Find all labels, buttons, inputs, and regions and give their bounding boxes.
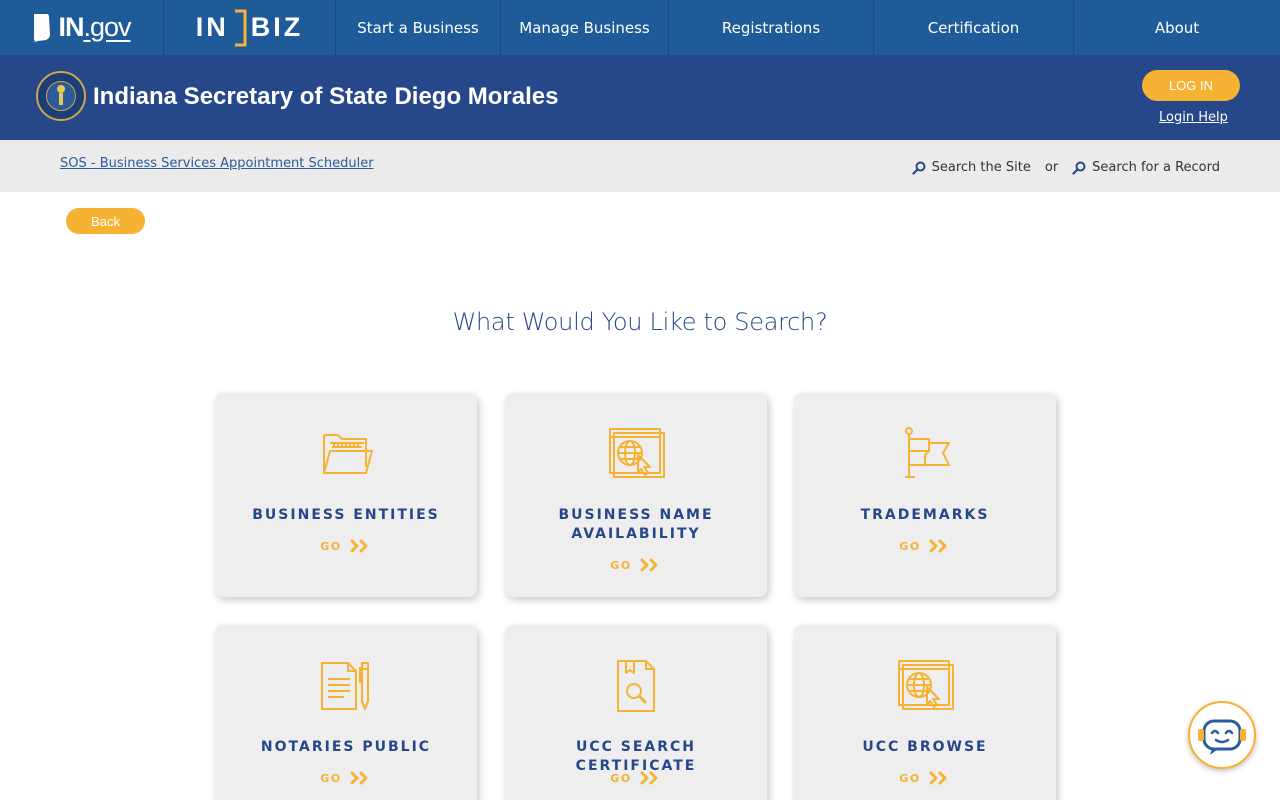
double-chevron-right-icon — [929, 539, 947, 553]
search-site-link[interactable]: Search the Site — [912, 160, 1031, 175]
nav-certification[interactable]: Certification — [874, 0, 1074, 55]
card-label: UCC BROWSE — [804, 738, 1046, 757]
page-title: Indiana Secretary of State Diego Morales — [93, 83, 559, 110]
document-search-icon — [617, 660, 655, 712]
login-button[interactable]: LOG IN — [1142, 70, 1240, 101]
inbiz-logo-left: IN — [195, 12, 229, 42]
double-chevron-right-icon — [640, 558, 658, 572]
search-record-label: Search for a Record — [1092, 160, 1220, 175]
ingov-logo[interactable]: IN.gov — [0, 0, 164, 55]
card-trademarks[interactable]: TRADEMARKS GO — [794, 393, 1056, 597]
nav-label: About — [1154, 18, 1200, 37]
flag-icon — [905, 427, 950, 478]
state-seal-icon — [36, 71, 86, 121]
nav-label: Start a Business — [357, 18, 479, 37]
ingov-logo-inner: IN.gov — [32, 12, 132, 43]
inbiz-logo[interactable]: IN BIZ — [164, 0, 336, 55]
double-chevron-right-icon — [350, 539, 368, 553]
go-label: GO — [320, 539, 342, 553]
go-label: GO — [899, 539, 921, 553]
card-label: BUSINESS NAME AVAILABILITY — [515, 506, 757, 544]
top-nav: IN.gov IN BIZ Start a Business Manage Bu… — [0, 0, 1280, 55]
search-icon — [912, 161, 926, 175]
card-business-name-availability[interactable]: BUSINESS NAME AVAILABILITY GO — [505, 393, 767, 597]
card-notaries-public[interactable]: NOTARIES PUBLIC GO — [215, 625, 477, 800]
nav-label: Registrations — [721, 18, 821, 37]
card-label: NOTARIES PUBLIC — [225, 738, 467, 757]
login-help-link[interactable]: Login Help — [1159, 110, 1228, 125]
nav-about[interactable]: About — [1074, 0, 1280, 55]
card-label-line: TRADEMARKS — [860, 507, 990, 523]
chatbot-icon — [1198, 719, 1246, 755]
card-go-link[interactable]: GO — [794, 771, 1056, 785]
nav-label: Manage Business — [519, 18, 650, 37]
nav-label: Certification — [927, 18, 1020, 37]
card-ucc-search-certificate[interactable]: UCC SEARCH CERTIFICATE GO — [505, 625, 767, 800]
card-label-line: UCC BROWSE — [862, 739, 988, 755]
folder-icon — [323, 434, 373, 474]
document-pen-icon — [321, 662, 369, 710]
go-label: GO — [320, 771, 342, 785]
back-button[interactable]: Back — [66, 208, 145, 234]
card-label-line: BUSINESS NAME — [558, 507, 714, 523]
search-site-label: Search the Site — [931, 160, 1031, 175]
chatbot-button[interactable] — [1188, 701, 1256, 769]
card-label-line: AVAILABILITY — [571, 526, 701, 542]
seal-sun — [57, 85, 65, 93]
card-go-link[interactable]: GO — [215, 539, 477, 553]
indiana-state-icon — [34, 13, 51, 42]
card-go-link[interactable]: GO — [505, 558, 767, 572]
double-chevron-right-icon — [350, 771, 368, 785]
globe-browser-icon — [898, 660, 954, 710]
card-go-link[interactable]: GO — [215, 771, 477, 785]
nav-start-a-business[interactable]: Start a Business — [336, 0, 501, 55]
inbiz-logo-text: IN BIZ — [196, 9, 304, 47]
go-label: GO — [899, 771, 921, 785]
breadcrumb[interactable]: SOS - Business Services Appointment Sche… — [60, 156, 374, 171]
seal-tree — [59, 93, 63, 105]
ingov-logo-main: IN — [58, 12, 84, 42]
card-go-link[interactable]: GO — [505, 771, 767, 785]
sos-header: Indiana Secretary of State Diego Morales… — [0, 55, 1280, 140]
double-chevron-right-icon — [929, 771, 947, 785]
search-links: Search the Site or Search for a Record — [912, 160, 1220, 175]
inbiz-logo-right: BIZ — [250, 12, 304, 42]
search-heading: What Would You Like to Search? — [452, 308, 828, 336]
sub-bar: SOS - Business Services Appointment Sche… — [0, 140, 1280, 192]
card-label-line: UCC SEARCH CERTIFICATE — [575, 739, 697, 774]
go-label: GO — [610, 558, 632, 572]
search-or-text: or — [1044, 160, 1059, 175]
go-label: GO — [610, 771, 632, 785]
ingov-logo-suffix: .gov — [83, 12, 131, 42]
nav-registrations[interactable]: Registrations — [669, 0, 874, 55]
card-business-entities[interactable]: BUSINESS ENTITIES GO — [215, 393, 477, 597]
nav-manage-business[interactable]: Manage Business — [501, 0, 669, 55]
card-label-line: NOTARIES PUBLIC — [260, 739, 432, 755]
ingov-logo-text: IN.gov — [58, 12, 131, 43]
card-label: BUSINESS ENTITIES — [225, 506, 467, 525]
card-label: TRADEMARKS — [804, 506, 1046, 525]
card-go-link[interactable]: GO — [794, 539, 1056, 553]
card-ucc-browse[interactable]: UCC BROWSE GO — [794, 625, 1056, 800]
search-icon — [1072, 161, 1086, 175]
search-record-link[interactable]: Search for a Record — [1072, 160, 1220, 175]
globe-browser-icon — [609, 428, 665, 478]
bracket-icon — [234, 9, 247, 46]
card-label-line: BUSINESS ENTITIES — [252, 507, 440, 523]
double-chevron-right-icon — [640, 771, 658, 785]
